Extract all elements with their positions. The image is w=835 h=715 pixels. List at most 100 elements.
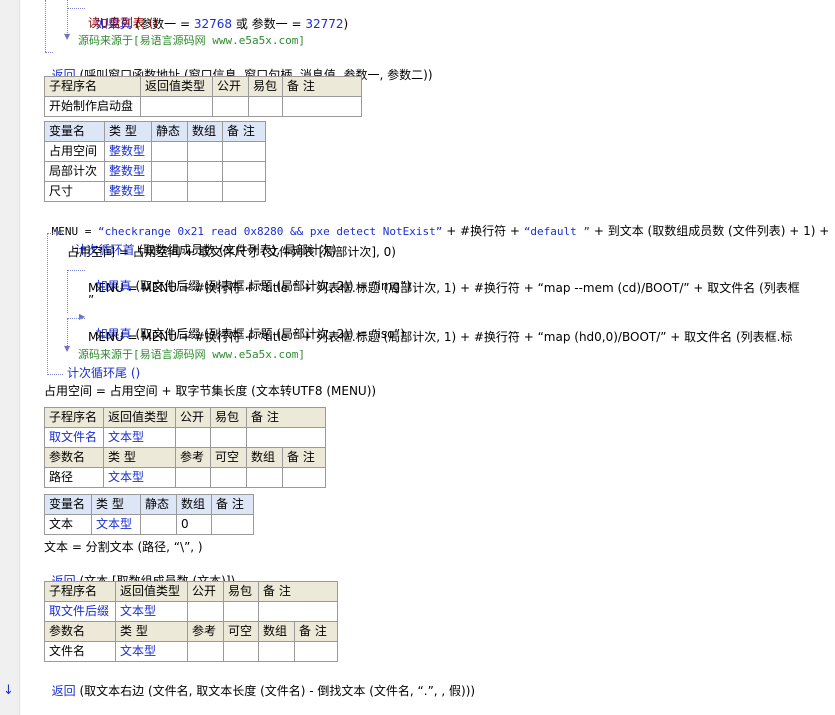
col-header: 公开 [212,76,249,97]
remark-cell[interactable] [245,427,327,448]
array-cell[interactable] [246,467,283,488]
subroutine-table: 子程序名 返回值类型 公开 易包 备 注 开始制作启动盘 [44,76,362,117]
remark-cell[interactable] [222,181,266,202]
col-header: 公开 [175,407,211,428]
code-text: + 到文本 (取数组成员数 (文件列表) + 1) + [590,224,830,238]
code-line-menu-iso[interactable]: MENU = MENU + #换行符 + “title ” + 列表框.标题 (… [88,329,792,345]
code-line-loop-end[interactable]: 计次循环尾 () [67,365,140,381]
ref-cell[interactable] [175,467,211,488]
remark-cell[interactable] [211,514,254,535]
var-type-cell[interactable]: 整数型 [104,181,152,202]
col-header: 数组 [246,447,283,468]
nullable-cell[interactable] [223,641,259,662]
flow-arrow-icon: ▼ [64,32,71,41]
param-name-cell[interactable]: 路径 [44,467,104,488]
col-header: 返回值类型 [140,76,213,97]
return-type-cell[interactable] [140,96,213,117]
public-cell[interactable] [175,427,211,448]
code-line-assign[interactable]: 占用空间 = 占用空间 + 取文件尺寸 (文件列表 [局部计次], 0) [67,244,396,260]
subroutine-table: 子程序名 返回值类型 公开 易包 备 注 取文件后缀 文本型 参数名 类 型 参… [44,581,339,662]
code-line-return[interactable]: 返回 (文本 [取数组成员数 (文本)]) [44,557,236,588]
param-type-cell[interactable]: 文本型 [103,467,176,488]
var-name-cell[interactable]: 文本 [44,514,92,535]
col-header: 子程序名 [44,407,104,428]
flow-arrow-icon: ▶ [79,312,86,321]
easypack-cell[interactable] [210,427,247,448]
code-comment[interactable]: 源码来源于[易语言源码网 www.e5a5x.com] [78,33,305,49]
easypack-cell[interactable] [248,96,283,117]
code-line-if[interactable]: 如果真 (取文件后缀 (列表框.标题 (局部计次, 2)) = “iso”) [88,310,405,341]
static-cell[interactable] [151,181,188,202]
return-type-cell[interactable]: 文本型 [115,601,188,622]
code-line-assign[interactable]: 占用空间 = 占用空间 + 取字节集长度 (文本转UTF8 (MENU)) [44,383,376,399]
array-cell[interactable]: 0 [176,514,212,535]
array-cell[interactable] [187,161,223,182]
flow-arrow-icon: ▶ [56,228,63,237]
table-row: 文本 文本型 0 [44,514,254,535]
array-cell[interactable] [258,641,295,662]
table-row: 占用空间 整数型 [44,141,266,162]
static-cell[interactable] [151,161,188,182]
remark-cell[interactable] [293,641,339,662]
flow-line [67,318,85,319]
code-line-return[interactable]: 返回 (取文本右边 (文件名, 取文本长度 (文件名) - 倒找文本 (文件名,… [44,667,475,698]
col-header: 备 注 [293,621,339,642]
code-text: ) [343,17,349,31]
code-line-return[interactable]: 返回 (呼叫窗口函数地址 (窗口信息, 窗口句柄, 消息值, 参数一, 参数二)… [44,51,433,82]
remark-cell[interactable] [222,141,266,162]
subroutine-name-cell[interactable]: 取文件后缀 [44,601,116,622]
string-literal: “default ” [523,225,591,238]
col-header: 返回值类型 [103,407,176,428]
code-line-if[interactable]: 如果真 (参数一 = 32768 或 参数一 = 32772) [88,0,349,31]
remark-cell[interactable] [257,601,339,622]
code-line-continuation[interactable]: ” [88,292,94,308]
remark-cell[interactable] [282,96,362,117]
var-type-cell[interactable]: 整数型 [104,161,152,182]
code-line-split[interactable]: 文本 = 分割文本 (路径, “\”, ) [44,539,203,555]
subroutine-name-cell[interactable]: 开始制作启动盘 [44,96,141,117]
param-type-cell[interactable]: 文本型 [115,641,188,662]
static-cell[interactable] [151,141,188,162]
table-row: 局部计次 整数型 [44,161,266,182]
code-line-call[interactable]: 读U盘列表 () [88,15,158,31]
col-header: 易包 [248,76,283,97]
variable-table: 变量名 类 型 静态 数组 备 注 占用空间 整数型 局部计次 整数型 尺寸 整… [44,121,266,202]
col-header: 可空 [210,447,247,468]
col-header: 类 型 [115,621,188,642]
subroutine-name-cell[interactable]: 取文件名 [44,427,104,448]
array-cell[interactable] [187,141,223,162]
ref-cell[interactable] [187,641,224,662]
var-type-cell[interactable]: 文本型 [91,514,141,535]
param-name-cell[interactable]: 文件名 [44,641,116,662]
nullable-cell[interactable] [210,467,247,488]
col-header: 静态 [151,121,188,142]
flow-line [67,270,85,271]
code-line-if[interactable]: 如果真 (取文件后缀 (列表框.标题 (局部计次, 2)) = “img”) [88,262,411,293]
var-name-cell[interactable]: 占用空间 [44,141,105,162]
code-line-loop[interactable]: 计次循环首 (取数组成员数 (文件列表), 局部计次) [67,226,337,257]
public-cell[interactable] [212,96,249,117]
col-header: 类 型 [103,447,176,468]
var-name-cell[interactable]: 局部计次 [44,161,105,182]
col-header: 备 注 [257,581,339,602]
col-header: 子程序名 [44,76,141,97]
var-name-cell[interactable]: 尺寸 [44,181,105,202]
remark-cell[interactable] [222,161,266,182]
public-cell[interactable] [187,601,224,622]
flow-line [45,0,46,52]
easypack-cell[interactable] [223,601,259,622]
code-comment[interactable]: 源码来源于[易语言源码网 www.e5a5x.com] [78,347,305,363]
array-cell[interactable] [187,181,223,202]
code-line-menu-img[interactable]: MENU = MENU + #换行符 + “title ” + 列表框.标题 (… [88,280,800,296]
var-type-cell[interactable]: 整数型 [104,141,152,162]
remark-cell[interactable] [281,467,327,488]
code-line-menu[interactable]: MENU = “checkrange 0x21 read 0x8280 && p… [44,207,830,238]
cursor-arrow-icon: ↓ [3,683,14,698]
return-type-cell[interactable]: 文本型 [103,427,176,448]
code-text: + #换行符 + [442,224,524,238]
col-header: 备 注 [222,121,266,142]
static-cell[interactable] [140,514,177,535]
flow-line [67,8,85,9]
flow-line [47,233,48,375]
col-header: 可空 [223,621,259,642]
